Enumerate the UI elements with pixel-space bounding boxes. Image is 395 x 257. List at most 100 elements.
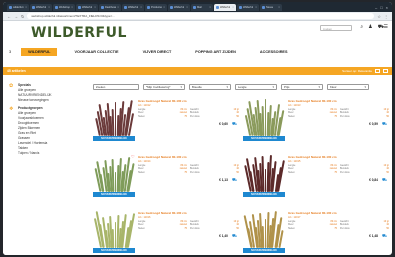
tab-close-icon[interactable]: × <box>255 5 257 9</box>
browser-tab[interactable]: Wilderful × <box>76 3 98 11</box>
sidebar-item[interactable]: Alle groepen <box>18 111 47 115</box>
add-to-cart-icon[interactable]: ⛟ <box>232 121 237 127</box>
sidebar-item[interactable]: Voorjaarsbloemen <box>18 116 47 120</box>
browser-tab[interactable]: wilderful.nl × <box>7 3 29 11</box>
tab-close-icon[interactable]: × <box>117 5 119 9</box>
spec-row: Per doos 50 <box>340 171 389 174</box>
list-view-icon[interactable] <box>383 69 388 73</box>
product-image[interactable]: NATUURVRIENDELIJK <box>243 210 285 253</box>
hamburger-menu-icon[interactable]: ☰ <box>384 24 388 30</box>
sidebar-item[interactable]: Nieuwe toevoegingen <box>18 98 52 102</box>
add-to-cart-icon[interactable]: ⛟ <box>382 177 387 183</box>
tab-close-icon[interactable]: × <box>232 5 234 9</box>
results-count: 45 artikelen <box>7 69 26 73</box>
tab-label: Wilderful <box>243 5 254 9</box>
tab-close-icon[interactable]: × <box>25 5 27 9</box>
spec-value: 50 <box>386 114 389 118</box>
filter-dropdown[interactable]: Kleur ▾ <box>327 84 369 90</box>
product-title[interactable]: Gras Gedroogd Naturel 80-100 cm <box>288 211 389 215</box>
url-field[interactable]: webshop.wilderful.nl/assortiment/?EXTRA_… <box>27 13 375 19</box>
sidebar-item[interactable]: Tulpen / Narcis <box>18 151 47 155</box>
product-card[interactable]: NATUURVRIENDELIJK Gras Gedroogd Naturel 8… <box>93 98 239 148</box>
sidebar-item[interactable]: Alle groepen <box>18 88 52 92</box>
eco-badge: NATUURVRIENDELIJK <box>243 136 285 141</box>
tab-close-icon[interactable]: × <box>94 5 96 9</box>
product-image[interactable]: NATUURVRIENDELIJK <box>93 98 135 141</box>
sidebar-item[interactable]: Droogbloemen <box>18 121 47 125</box>
tab-close-icon[interactable]: × <box>48 5 50 9</box>
product-card[interactable]: NATUURVRIENDELIJK Gras Gedroogd Naturel 8… <box>243 98 389 148</box>
grid-view-icon[interactable] <box>375 69 380 73</box>
sidebar-item[interactable]: NATUURVRIENDELIJK <box>18 93 52 97</box>
product-title[interactable]: Gras Gedroogd Naturel 80-100 cm <box>138 99 239 103</box>
browser-tab[interactable]: Dashboard× <box>99 3 121 11</box>
browser-tab[interactable]: Webshop × <box>53 3 75 11</box>
reload-icon[interactable]: ↻ <box>21 14 24 19</box>
sort-selector[interactable]: Sorteer op: Relevantie <box>342 69 372 73</box>
sidebar-item[interactable]: Zijden Bloemen <box>18 126 47 130</box>
add-to-cart-icon[interactable]: ⛟ <box>382 233 387 239</box>
add-to-cart-icon[interactable]: ⛟ <box>232 177 237 183</box>
tab-close-icon[interactable]: × <box>71 5 73 9</box>
product-title[interactable]: Gras Gedroogd Naturel 80-100 cm <box>288 99 389 103</box>
forward-icon[interactable]: → <box>14 14 18 19</box>
browser-tab[interactable]: Wilderful × <box>30 3 52 11</box>
filter-dropdown[interactable]: *Mijn Coöifuwering* ▾ <box>143 84 185 90</box>
sidebar-item[interactable]: Gras en Riet <box>18 131 47 135</box>
nav-item[interactable]: VOORJAAR COLLECTIE <box>67 48 125 56</box>
sidebar-item[interactable]: Grassen <box>18 136 47 140</box>
product-image[interactable]: NATUURVRIENDELIJK <box>243 154 285 197</box>
product-card[interactable]: NATUURVRIENDELIJK Gras Gedroogd Naturel 8… <box>93 210 239 255</box>
star-icon[interactable]: ☆ <box>377 14 381 19</box>
maximize-icon[interactable]: □ <box>380 5 382 10</box>
browser-tab[interactable]: Producten × <box>145 3 167 11</box>
site-logo[interactable]: WILDERFUL <box>31 25 127 41</box>
browser-tab[interactable]: Wilderful × <box>122 3 144 11</box>
product-image[interactable]: NATUURVRIENDELIJK <box>93 154 135 197</box>
tab-close-icon[interactable]: × <box>209 5 211 9</box>
nav-item[interactable]: POPPING ART ZIJDEN <box>188 48 243 56</box>
sidebar-item[interactable]: Takken <box>18 146 47 150</box>
spec-label: Bundels <box>190 167 199 171</box>
product-title[interactable]: Gras Gedroogd Naturel 80-100 cm <box>138 155 239 159</box>
tab-close-icon[interactable]: × <box>186 5 188 9</box>
add-to-cart-icon[interactable]: ⛟ <box>232 233 237 239</box>
product-card[interactable]: NATUURVRIENDELIJK ♡ Gras Gedroogd Naturel … <box>93 154 239 204</box>
product-title[interactable]: Gras Gedroogd Naturel 80-100 cm <box>138 211 239 215</box>
browser-tab[interactable]: Mail × <box>191 3 213 11</box>
site-search-input[interactable]: zoeken <box>320 25 352 31</box>
nav-item[interactable]: ACCESSOIRES <box>253 48 295 56</box>
product-card[interactable]: NATUURVRIENDELIJK Gras Gedroogd Naturel 8… <box>243 154 389 204</box>
spec-label: Per doos <box>190 226 200 230</box>
back-icon[interactable]: ← <box>7 14 11 19</box>
spec-value: 50 <box>236 170 239 174</box>
favorite-icon[interactable]: ♡ <box>131 154 135 159</box>
favicon-icon <box>147 5 150 9</box>
product-title[interactable]: Gras Gedroogd Naturel 80-100 cm <box>288 155 389 159</box>
favicon-icon <box>32 5 35 9</box>
menu-dots-icon[interactable]: ⋮ <box>384 14 388 19</box>
nav-item[interactable]: VIJVER DIRECT <box>136 48 179 56</box>
tab-close-icon[interactable]: × <box>163 5 165 9</box>
add-to-cart-icon[interactable]: ⛟ <box>382 121 387 127</box>
product-card[interactable]: NATUURVRIENDELIJK Gras Gedroogd Naturel 8… <box>243 210 389 255</box>
browser-tab[interactable]: Wilderful × <box>214 3 236 11</box>
tab-close-icon[interactable]: × <box>140 5 142 9</box>
product-image[interactable]: NATUURVRIENDELIJK <box>243 98 285 141</box>
tab-close-icon[interactable]: × <box>278 5 280 9</box>
browser-tab[interactable]: Nieuw × <box>260 3 282 11</box>
product-image[interactable]: NATUURVRIENDELIJK <box>93 210 135 253</box>
browser-tab[interactable]: Wilderful × <box>168 3 190 11</box>
close-icon[interactable]: × <box>386 5 388 10</box>
filter-dropdown[interactable]: Lengte ▾ <box>235 84 277 90</box>
nav-item[interactable]: WILDERFUL <box>21 48 58 56</box>
minimize-icon[interactable]: – <box>375 5 377 10</box>
search-filter[interactable]: Zoeken <box>93 84 139 90</box>
user-icon[interactable]: ♟ <box>368 24 372 31</box>
spec-value: 10 <box>236 167 239 171</box>
filter-dropdown[interactable]: Breedte ▾ <box>189 84 231 90</box>
sidebar-item[interactable]: Lavendel / Hortensia <box>18 141 47 145</box>
search-icon[interactable]: ⌕ <box>360 24 363 31</box>
browser-tab[interactable]: Wilderful × <box>237 3 259 11</box>
filter-dropdown[interactable]: Prijs ▾ <box>281 84 323 90</box>
